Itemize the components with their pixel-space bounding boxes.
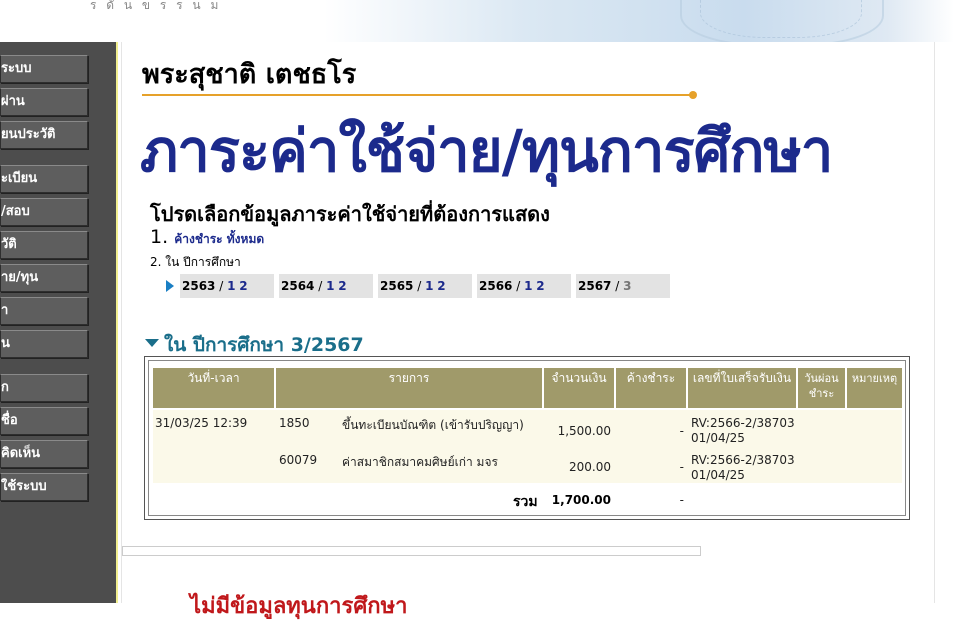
option-number: 2. (150, 255, 162, 269)
sidebar-item-history[interactable]: วัติ (0, 231, 88, 259)
sidebar-item-9[interactable]: น (0, 330, 88, 358)
total-amount: 1,700.00 (551, 493, 611, 507)
header-installment-date: วันผ่อนชำระ (798, 368, 845, 408)
year-selector-2565: 2565 / 1 2 (378, 274, 472, 298)
semester-current-2567-3: 3 (623, 279, 632, 293)
sidebar-item-exam[interactable]: /สอบ (0, 198, 88, 226)
expand-triangle-icon[interactable] (145, 339, 159, 347)
play-arrow-icon (166, 280, 174, 292)
banner-text-fragment: ร ดั น ข ร ร น ม (90, 0, 222, 12)
option-by-year: 2. ใน ปีการศึกษา (150, 253, 241, 272)
semester-link-2564-2[interactable]: 2 (338, 279, 346, 293)
total-label: รวม (513, 494, 538, 510)
outstanding-all-link[interactable]: ค้างชำระ ทั้งหมด (174, 232, 264, 246)
year-label: 2565 (380, 279, 414, 293)
option-outstanding: 1. ค้างชำระ ทั้งหมด (150, 226, 264, 249)
sidebar-edge (116, 42, 118, 603)
semester-link-2564-1[interactable]: 1 (326, 279, 334, 293)
row1-receipt: RV:2566-2/38703 (691, 416, 795, 430)
year-separator: / (413, 279, 426, 293)
header-amount: จำนวนเงิน (544, 368, 614, 408)
semester-link-2563-2[interactable]: 2 (239, 279, 247, 293)
semester-link-2566-2[interactable]: 2 (536, 279, 544, 293)
top-banner: ร ดั น ข ร ร น ม (0, 0, 954, 46)
year-selector-2567: 2567 / 3 (576, 274, 670, 298)
year-label: 2567 (578, 279, 612, 293)
student-name: พระสุชาติ เตชธโร (142, 59, 357, 90)
sidebar-item-feedback[interactable]: คิดเห็น (0, 440, 88, 468)
expenses-table-inner: วันที่-เวลา รายการ จำนวนเงิน ค้างชำระ เล… (148, 360, 906, 516)
year-selector-2563: 2563 / 1 2 (180, 274, 274, 298)
option-by-year-label: ใน ปีการศึกษา (165, 255, 241, 269)
sidebar-item-password[interactable]: ผ่าน (0, 88, 88, 116)
semester-link-2563-1[interactable]: 1 (227, 279, 235, 293)
row2-receipt: RV:2566-2/38703 (691, 453, 795, 467)
sidebar-item-names[interactable]: ชื่อ (0, 407, 88, 435)
row1-amount: 1,500.00 (557, 424, 611, 438)
page-title: ภาระค่าใช้จ่าย/ทุนการศึกษา (140, 117, 833, 185)
year-label: 2563 (182, 279, 216, 293)
sidebar-item-8[interactable]: า (0, 297, 88, 325)
header-item: รายการ (276, 368, 542, 408)
header-remarks: หมายเหตุ (847, 368, 902, 408)
year-selector-2564: 2564 / 1 2 (279, 274, 373, 298)
row2-amount: 200.00 (569, 460, 611, 474)
row2-item: ค่าสมาชิกสมาคมศิษย์เก่า มจร (342, 455, 498, 469)
row1-code: 1850 (279, 416, 310, 430)
semester-link-2565-1[interactable]: 1 (425, 279, 433, 293)
year-separator: / (611, 279, 624, 293)
header-outstanding: ค้างชำระ (616, 368, 686, 408)
university-seal-ring-icon (700, 0, 862, 38)
row1-receipt-date: 01/04/25 (691, 431, 745, 445)
expenses-table: วันที่-เวลา รายการ จำนวนเงิน ค้างชำระ เล… (144, 356, 910, 520)
scholarship-panel-header (122, 546, 701, 556)
sidebar-item-logout[interactable]: ใช้ระบบ (0, 473, 88, 501)
main-content: พระสุชาติ เตชธโร ภาระค่าใช้จ่าย/ทุนการศึ… (121, 42, 935, 619)
row2-outstanding: - (679, 460, 684, 474)
sidebar-item-profile[interactable]: ยนประวัติ (0, 121, 88, 149)
year-label: 2564 (281, 279, 315, 293)
sidebar-item-registration[interactable]: ะเบียน (0, 165, 88, 193)
row1-item: ขึ้นทะเบียนบัณฑิต (เข้ารับปริญญา) (342, 418, 524, 432)
semester-link-2566-1[interactable]: 1 (524, 279, 532, 293)
row2-receipt-date: 01/04/25 (691, 468, 745, 482)
no-scholarship-message: ไม่มีข้อมูลทุนการศึกษา (190, 594, 408, 619)
row1-outstanding: - (679, 424, 684, 438)
header-receipt: เลขที่ใบเสร็จรับเงิน (688, 368, 796, 408)
sidebar-item-expenses[interactable]: าย/ทุน (0, 264, 88, 292)
row2-code: 60079 (279, 453, 318, 467)
sidebar-item-system[interactable]: ระบบ (0, 55, 88, 83)
sidebar-item-10[interactable]: ก (0, 374, 88, 402)
year-separator: / (314, 279, 327, 293)
year-separator: / (215, 279, 228, 293)
semester-link-2565-2[interactable]: 2 (437, 279, 445, 293)
option-number: 1. (150, 226, 169, 248)
header-datetime: วันที่-เวลา (153, 368, 274, 408)
year-label: 2566 (479, 279, 513, 293)
year-selector-2566: 2566 / 1 2 (477, 274, 571, 298)
year-separator: / (512, 279, 525, 293)
total-outstanding: - (679, 493, 684, 507)
name-underline (142, 94, 692, 96)
sidebar-menu: ระบบ ผ่าน ยนประวัติ ะเบียน /สอบ วัติ าย/… (0, 42, 118, 603)
name-underline-dot (689, 91, 697, 99)
row1-datetime: 31/03/25 12:39 (155, 416, 248, 430)
